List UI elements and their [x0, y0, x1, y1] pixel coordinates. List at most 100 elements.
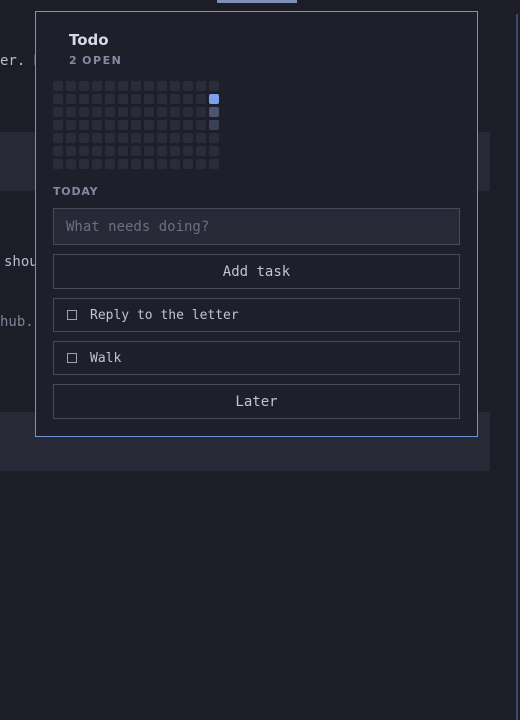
activity-cell [170, 107, 180, 117]
activity-cell [144, 94, 154, 104]
activity-cell [131, 94, 141, 104]
activity-cell [170, 133, 180, 143]
activity-cell [209, 107, 219, 117]
activity-cell [118, 94, 128, 104]
activity-cell [144, 133, 154, 143]
activity-cell [79, 133, 89, 143]
activity-cell [196, 159, 206, 169]
activity-cell [170, 146, 180, 156]
activity-cell [79, 146, 89, 156]
activity-cell [209, 159, 219, 169]
activity-cell [92, 94, 102, 104]
activity-cell [183, 146, 193, 156]
task-checkbox[interactable] [67, 310, 77, 320]
add-task-button[interactable]: Add task [53, 254, 460, 289]
activity-cell [196, 146, 206, 156]
activity-cell [196, 81, 206, 91]
activity-cell [131, 159, 141, 169]
activity-cell [92, 146, 102, 156]
activity-cell [131, 107, 141, 117]
activity-cell [144, 146, 154, 156]
open-count-label: OPEN [82, 54, 123, 67]
activity-cell [196, 120, 206, 130]
activity-cell [105, 81, 115, 91]
activity-cell [118, 81, 128, 91]
app-window: er. R shou hub.c Todo 2OPEN TODAY Add ta… [0, 0, 520, 720]
activity-cell [118, 107, 128, 117]
activity-cell [92, 133, 102, 143]
activity-cell [209, 146, 219, 156]
task-label: Walk [90, 350, 122, 366]
activity-cell [131, 133, 141, 143]
activity-cell [170, 120, 180, 130]
task-label: Reply to the letter [90, 307, 239, 323]
activity-cell [118, 133, 128, 143]
activity-cell [66, 94, 76, 104]
activity-cell [144, 120, 154, 130]
activity-cell [170, 159, 180, 169]
activity-cell [196, 107, 206, 117]
activity-cell [105, 146, 115, 156]
activity-cell [157, 81, 167, 91]
activity-cell [157, 159, 167, 169]
activity-cell [144, 107, 154, 117]
activity-cell [92, 159, 102, 169]
activity-cell [183, 81, 193, 91]
activity-cell [144, 159, 154, 169]
activity-cell [157, 94, 167, 104]
open-count: 2 OPEN [69, 54, 126, 67]
activity-cell [66, 133, 76, 143]
activity-cell [66, 107, 76, 117]
activity-cell [66, 146, 76, 156]
activity-cell [170, 81, 180, 91]
activity-cell [79, 120, 89, 130]
activity-cell [92, 120, 102, 130]
activity-cell [196, 133, 206, 143]
activity-cell [79, 159, 89, 169]
activity-cell [79, 81, 89, 91]
activity-grid [53, 81, 219, 169]
activity-cell [105, 94, 115, 104]
task-item[interactable]: Walk [53, 341, 460, 375]
activity-cell [183, 94, 193, 104]
popup-title: Todo [69, 31, 109, 49]
activity-cell [105, 120, 115, 130]
activity-cell [105, 107, 115, 117]
activity-cell [53, 120, 63, 130]
activity-cell [66, 159, 76, 169]
activity-cell [183, 107, 193, 117]
activity-cell [157, 133, 167, 143]
activity-cell [66, 120, 76, 130]
todo-popup: Todo 2OPEN TODAY Add task Reply to the l… [35, 11, 478, 437]
activity-cell [157, 120, 167, 130]
activity-cell [170, 94, 180, 104]
activity-cell [53, 107, 63, 117]
activity-cell [105, 159, 115, 169]
activity-cell [53, 159, 63, 169]
activity-cell [209, 133, 219, 143]
activity-cell [79, 107, 89, 117]
background-text: shou [4, 254, 38, 270]
scrollbar-track[interactable] [516, 14, 518, 720]
activity-cell [118, 159, 128, 169]
activity-cell [209, 120, 219, 130]
activity-cell [53, 146, 63, 156]
section-label: TODAY [53, 185, 99, 198]
activity-cell [53, 81, 63, 91]
activity-cell [209, 81, 219, 91]
task-checkbox[interactable] [67, 353, 77, 363]
activity-cell [92, 81, 102, 91]
activity-cell [183, 120, 193, 130]
later-button[interactable]: Later [53, 384, 460, 419]
activity-cell [196, 94, 206, 104]
activity-cell [157, 146, 167, 156]
activity-cell [118, 146, 128, 156]
task-item[interactable]: Reply to the letter [53, 298, 460, 332]
activity-cell [131, 120, 141, 130]
activity-cell [131, 146, 141, 156]
activity-cell [131, 81, 141, 91]
activity-cell-today [209, 94, 219, 104]
activity-cell [53, 94, 63, 104]
task-input[interactable] [53, 208, 460, 245]
activity-cell [92, 107, 102, 117]
